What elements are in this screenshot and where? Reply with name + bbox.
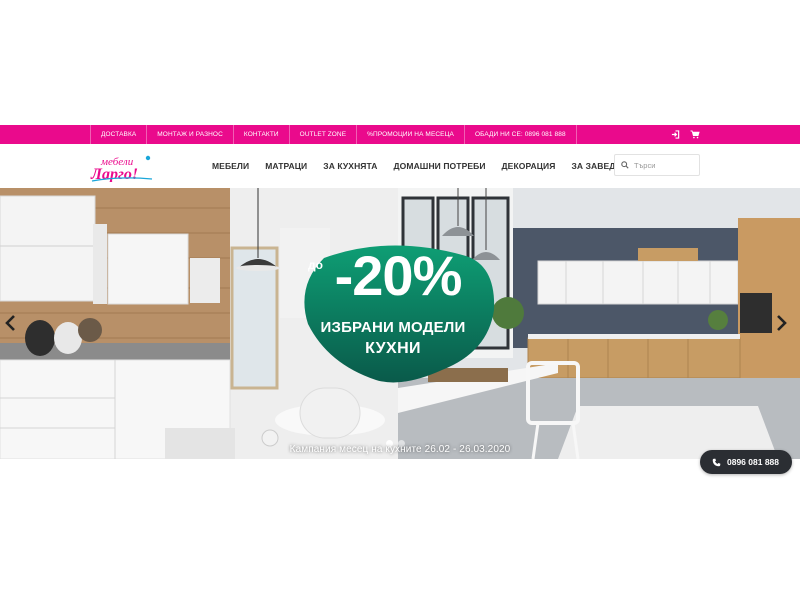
promo-percent: -20%: [334, 244, 463, 307]
top-link-assembly[interactable]: МОНТАЖ И РАЗНОС: [146, 125, 233, 144]
search-icon: [621, 156, 629, 174]
top-link-promotions[interactable]: %ПРОМОЦИИ НА МЕСЕЦА: [356, 125, 464, 144]
login-icon[interactable]: [671, 130, 680, 139]
search-input[interactable]: [634, 160, 694, 170]
slide-caption: Кампания месец на кухните 26.02 - 26.03.…: [289, 444, 511, 455]
phone-icon: [712, 458, 721, 466]
promo-text: до -20% ИЗБРАНИ МОДЕЛИ КУХНИ: [290, 240, 496, 390]
cart-icon[interactable]: [690, 130, 700, 139]
search-box: [614, 154, 700, 176]
promo-line-1: ИЗБРАНИ МОДЕЛИ: [320, 319, 466, 336]
main-nav: МЕБЕЛИ МАТРАЦИ ЗА КУХНЯТА ДОМАШНИ ПОТРЕБ…: [212, 144, 656, 188]
top-icons: [671, 125, 700, 144]
top-link-contacts[interactable]: КОНТАКТИ: [232, 125, 289, 144]
promo-line-2: КУХНИ: [365, 340, 421, 357]
top-bar: ДОСТАВКА МОНТАЖ И РАЗНОС КОНТАКТИ OUTLET…: [0, 125, 800, 144]
chevron-right-icon: [777, 315, 787, 331]
nav-item-furniture[interactable]: МЕБЕЛИ: [212, 161, 249, 171]
chevron-left-icon: [5, 315, 15, 331]
slider-next-button[interactable]: [774, 314, 788, 332]
top-link-call-us[interactable]: ОБАДИ НИ СЕ: 0896 081 888: [463, 125, 577, 144]
nav-item-decoration[interactable]: ДЕКОРАЦИЯ: [502, 161, 556, 171]
nav-item-household[interactable]: ДОМАШНИ ПОТРЕБИ: [394, 161, 486, 171]
hero-slider: до -20% ИЗБРАНИ МОДЕЛИ КУХНИ Кампания ме…: [0, 188, 800, 459]
nav-item-mattresses[interactable]: МАТРАЦИ: [265, 161, 307, 171]
site-header: мебели Ларго! МЕБЕЛИ МАТРАЦИ ЗА КУХНЯТА …: [0, 144, 800, 188]
promo-badge[interactable]: до -20% ИЗБРАНИ МОДЕЛИ КУХНИ: [290, 240, 496, 390]
top-links: ДОСТАВКА МОНТАЖ И РАЗНОС КОНТАКТИ OUTLET…: [90, 125, 577, 144]
slider-prev-button[interactable]: [4, 314, 18, 332]
phone-number: 0896 081 888: [727, 457, 779, 467]
top-link-outlet[interactable]: OUTLET ZONE: [288, 125, 357, 144]
nav-item-kitchen[interactable]: ЗА КУХНЯТА: [323, 161, 377, 171]
site-logo[interactable]: мебели Ларго!: [90, 152, 156, 183]
top-link-delivery[interactable]: ДОСТАВКА: [90, 125, 146, 144]
phone-call-button[interactable]: 0896 081 888: [700, 450, 792, 474]
